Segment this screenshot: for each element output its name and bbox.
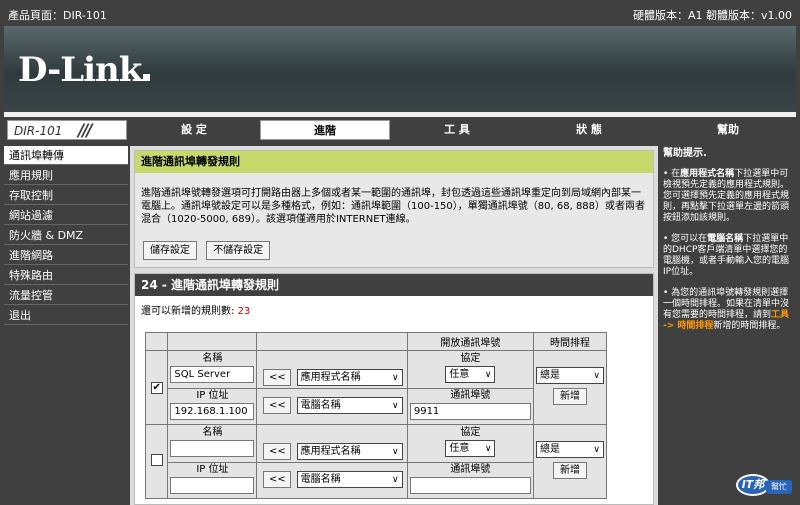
intro-section: 進階通訊埠轉發規則 進階通訊埠號轉發選項可打開路由器上多個或者某一範圍的通訊埠，… — [134, 150, 654, 268]
protocol-label: 協定 — [460, 427, 481, 438]
application-name-select[interactable]: 應用程式名稱 ∨ — [296, 369, 403, 386]
watermark-badge: IT邦 — [736, 474, 770, 496]
computer-name-select[interactable]: 電腦名稱 ∨ — [296, 471, 403, 488]
sidebar: 通訊埠轉傳 應用規則 存取控制 網站過濾 防火牆 & DMZ 進階網路 特殊路由… — [4, 146, 128, 505]
apply-pc-button[interactable]: << — [263, 397, 292, 414]
help-tip-application: • 在應用程式名稱下拉選單中可檢視預先定義的應用程式規則。您可選擇預先定義的應用… — [663, 169, 790, 223]
slash-decoration: /// — [78, 121, 93, 141]
sidebar-item-advanced-network[interactable]: 進階網路 — [4, 246, 128, 265]
main-content: 進階通訊埠轉發規則 進階通訊埠號轉發選項可打開路由器上多個或者某一範圍的通訊埠，… — [130, 146, 658, 505]
chevron-down-icon: ∨ — [593, 371, 600, 381]
sidebar-item-logout[interactable]: 退出 — [4, 306, 128, 325]
protocol-select[interactable]: 任意 ∨ — [445, 440, 496, 457]
apply-app-button[interactable]: << — [263, 369, 292, 386]
schedule-select[interactable]: 總是 ∨ — [535, 441, 604, 458]
sidebar-item-traffic-control[interactable]: 流量控管 — [4, 286, 128, 305]
port-label: 通訊埠號 — [450, 390, 491, 401]
application-name-select[interactable]: 應用程式名稱 ∨ — [296, 443, 403, 460]
table-row: ✔ 名稱 SQL Server << 應用程式名稱 ∨ 協定 任意 ∨ 總是 ∨… — [144, 350, 608, 425]
ip-label: IP 位址 — [196, 390, 229, 401]
ip-label: IP 位址 — [196, 464, 229, 475]
table-row: 名稱 << 應用程式名稱 ∨ 協定 任意 ∨ 總是 ∨ 新增 — [144, 424, 608, 499]
rule-enable-checkbox[interactable] — [150, 454, 163, 466]
sidebar-item-port-forwarding[interactable]: 通訊埠轉傳 — [4, 146, 128, 165]
chevron-down-icon: ∨ — [392, 447, 399, 457]
schedule-select[interactable]: 總是 ∨ — [535, 367, 604, 384]
sidebar-item-access-control[interactable]: 存取控制 — [4, 186, 128, 205]
sidebar-item-website-filter[interactable]: 網站過濾 — [4, 206, 128, 225]
name-label: 名稱 — [202, 353, 223, 364]
save-button[interactable]: 儲存設定 — [143, 241, 197, 260]
chevron-down-icon: ∨ — [484, 370, 492, 380]
apply-pc-button[interactable]: << — [263, 471, 292, 488]
help-title: 幫助提示. — [663, 148, 707, 159]
port-input[interactable]: 9911 — [409, 403, 531, 420]
chevron-down-icon: ∨ — [593, 445, 600, 455]
protocol-select[interactable]: 任意 ∨ — [445, 366, 496, 383]
tab-setup[interactable]: 設 定 — [130, 120, 258, 140]
tab-tools[interactable]: 工 具 — [392, 120, 522, 140]
apply-app-button[interactable]: << — [263, 443, 292, 460]
chevron-down-icon: ∨ — [392, 401, 399, 411]
dont-save-button[interactable]: 不儲存設定 — [206, 241, 271, 260]
watermark-text: 幫忙 — [766, 480, 792, 494]
sidebar-item-firewall-dmz[interactable]: 防火牆 & DMZ — [4, 226, 128, 245]
protocol-label: 協定 — [460, 353, 481, 364]
section-description: 進階通訊埠號轉發選項可打開路由器上多個或者某一範圍的通訊埠，封包透過這些通訊埠重… — [141, 188, 646, 225]
tab-advanced[interactable]: 進階 — [260, 120, 390, 140]
computer-name-select[interactable]: 電腦名稱 ∨ — [296, 397, 403, 414]
section-title: 進階通訊埠轉發規則 — [135, 151, 653, 173]
top-info-bar: 產品頁面：DIR-101 硬體版本：A1 韌體版本：v1.00 — [0, 0, 800, 26]
col-schedule: 時間排程 — [532, 332, 608, 351]
tab-help[interactable]: 幫助 — [660, 120, 796, 140]
rule-enable-checkbox[interactable]: ✔ — [150, 381, 163, 394]
help-tip-computer: • 您可以在電腦名稱下拉選單中的DHCP客戶端清單中選擇您的電腦機，或者手動輸入… — [663, 234, 790, 277]
remaining-rules: 還可以新增的規則數: 23 — [141, 306, 251, 317]
rules-table: 開放通訊埠號 時間排程 ✔ 名稱 SQL Server << 應用程式名稱 ∨ 協… — [144, 332, 608, 499]
top-navigation: DIR-101 /// 設 定 進階 工 具 狀 態 幫助 — [4, 117, 796, 142]
name-input[interactable]: SQL Server — [170, 366, 255, 383]
port-label: 通訊埠號 — [450, 464, 491, 475]
chevron-down-icon: ∨ — [484, 444, 492, 454]
chevron-down-icon: ∨ — [392, 475, 399, 485]
table-header-row: 開放通訊埠號 時間排程 — [144, 332, 608, 351]
dlink-logo: D-Link — [18, 50, 151, 90]
ip-input[interactable] — [170, 477, 255, 494]
add-schedule-button[interactable]: 新增 — [552, 388, 587, 405]
header-banner: D-Link — [4, 26, 796, 112]
version-label: 硬體版本：A1 韌體版本：v1.00 — [632, 9, 792, 22]
product-page-label: 產品頁面：DIR-101 — [8, 9, 107, 22]
chevron-down-icon: ∨ — [392, 373, 399, 383]
remaining-count: 23 — [237, 306, 251, 317]
tab-status[interactable]: 狀 態 — [524, 120, 654, 140]
help-panel: 幫助提示. • 在應用程式名稱下拉選單中可檢視預先定義的應用程式規則。您可選擇預… — [660, 146, 796, 505]
sidebar-item-application-rules[interactable]: 應用規則 — [4, 166, 128, 185]
model-label: DIR-101 /// — [7, 120, 127, 141]
add-schedule-button[interactable]: 新增 — [552, 462, 587, 479]
help-tip-schedule: • 為您的通訊埠號轉發規則選擇一個時間排程。如果在清單中沒有您需要的時間排程，請… — [663, 288, 790, 331]
name-input[interactable] — [170, 440, 255, 457]
rules-title: 24 - 進階通訊埠轉發規則 — [135, 274, 653, 296]
model-name: DIR-101 — [14, 124, 63, 138]
ip-input[interactable]: 192.168.1.100 — [170, 403, 255, 420]
name-label: 名稱 — [202, 427, 223, 438]
port-input[interactable] — [409, 477, 531, 494]
sidebar-item-routing[interactable]: 特殊路由 — [4, 266, 128, 285]
rules-section: 24 - 進階通訊埠轉發規則 還可以新增的規則數: 23 開放通訊埠號 時間排程… — [134, 273, 654, 505]
ithome-watermark: IT邦 幫忙 — [736, 470, 794, 496]
col-open-ports: 開放通訊埠號 — [406, 332, 534, 351]
